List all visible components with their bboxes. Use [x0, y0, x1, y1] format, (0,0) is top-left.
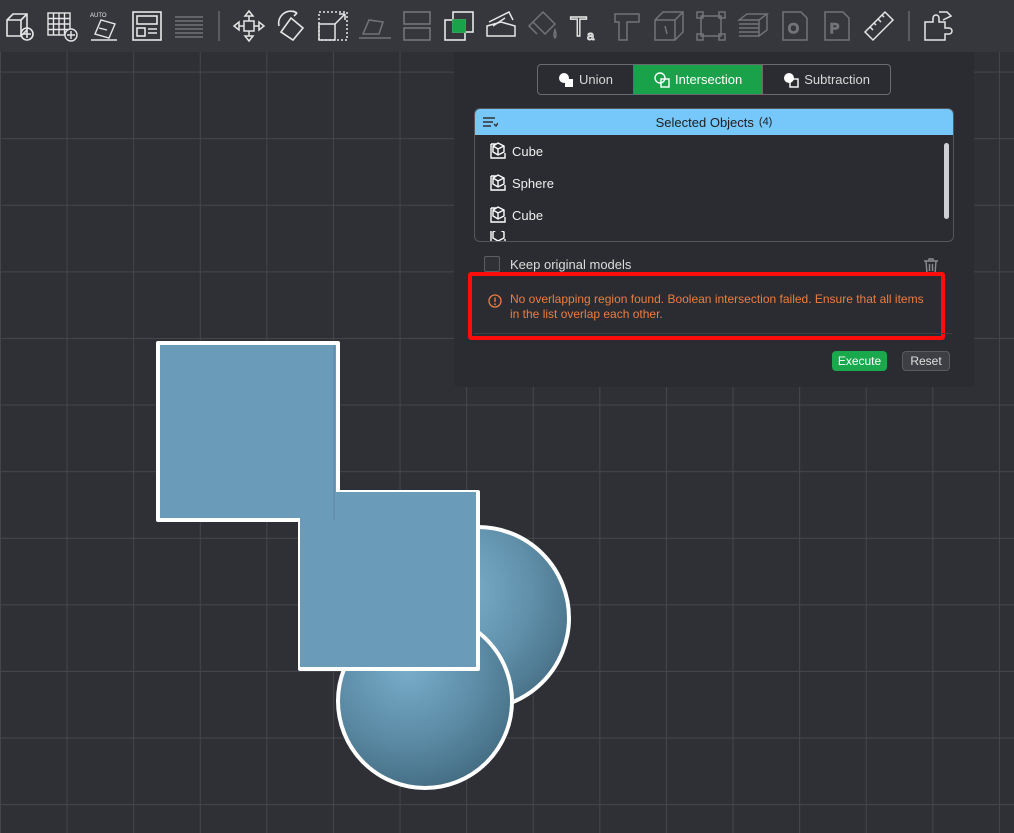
object-name: Cube: [512, 207, 544, 223]
boolean-mode-tabs: Union Intersection Subtraction: [537, 64, 891, 95]
object-name: Cube: [512, 143, 544, 159]
tab-intersection[interactable]: Intersection: [633, 65, 764, 94]
object-icon: [490, 206, 506, 223]
object-icon: [490, 174, 506, 191]
cube-model[interactable]: [156, 341, 480, 671]
selected-objects-list: Selected Objects (4) Cube Sphere Cube: [474, 108, 954, 242]
keep-original-label: Keep original models: [510, 256, 632, 272]
panel-divider: [474, 333, 952, 334]
intersection-icon: [654, 71, 670, 88]
reset-button[interactable]: Reset: [902, 351, 950, 371]
object-icon: [490, 231, 506, 241]
error-message-box: No overlapping region found. Boolean int…: [468, 272, 945, 340]
boolean-operation-panel: Union Intersection Subtraction Selected …: [454, 52, 974, 387]
error-message: No overlapping region found. Boolean int…: [488, 292, 928, 322]
tab-subtraction[interactable]: Subtraction: [763, 65, 890, 94]
list-item[interactable]: Cube: [475, 135, 953, 167]
tab-union[interactable]: Union: [538, 65, 634, 94]
execute-button[interactable]: Execute: [832, 351, 887, 371]
object-icon: [490, 142, 506, 159]
list-item-partial[interactable]: [475, 231, 953, 241]
object-name: Sphere: [512, 175, 554, 191]
list-header: Selected Objects (4): [475, 109, 953, 135]
list-menu-icon[interactable]: [482, 114, 498, 130]
tab-union-label: Union: [579, 72, 613, 87]
keep-original-checkbox[interactable]: [484, 256, 500, 272]
list-title: Selected Objects: [655, 114, 754, 130]
list-item[interactable]: Cube: [475, 199, 953, 231]
error-message-text: No overlapping region found. Boolean int…: [510, 292, 924, 321]
list-item[interactable]: Sphere: [475, 167, 953, 199]
keep-original-row: Keep original models: [484, 256, 631, 272]
tab-subtraction-label: Subtraction: [804, 72, 870, 87]
subtraction-icon: [784, 72, 799, 88]
warning-icon: [488, 294, 502, 308]
list-scrollbar[interactable]: [944, 143, 949, 219]
tab-intersection-label: Intersection: [674, 72, 743, 87]
union-icon: [559, 72, 573, 87]
list-count: (4): [758, 116, 773, 128]
